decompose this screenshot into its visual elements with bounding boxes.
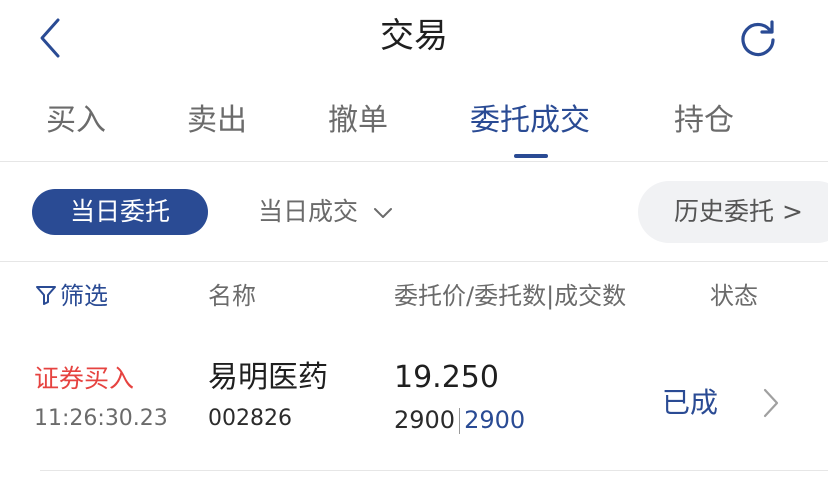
refresh-button[interactable]: [736, 16, 780, 60]
order-qty: 2900: [394, 406, 456, 434]
trade-page: 交易 买入 卖出 撤单 委托成交 持仓 当日委托 当日成交 历史委托 > 筛选 …: [0, 0, 828, 477]
tab-cancel[interactable]: 撤单: [328, 96, 388, 146]
filter-button[interactable]: 筛选: [34, 280, 108, 312]
page-title: 交易: [380, 16, 448, 56]
column-header-name: 名称: [208, 282, 256, 310]
chevron-right-icon: [763, 388, 779, 418]
tab-bar: 买入 卖出 撤单 委托成交 持仓: [0, 96, 828, 160]
chevron-down-icon: [373, 208, 392, 218]
header: 交易: [0, 0, 828, 80]
history-orders-button[interactable]: 历史委托 >: [638, 181, 828, 243]
stock-code: 002826: [208, 406, 292, 431]
column-header-status: 状态: [710, 282, 758, 310]
today-orders-button[interactable]: 当日委托: [32, 189, 208, 235]
tab-positions[interactable]: 持仓: [674, 96, 734, 146]
filter-label: 筛选: [60, 282, 108, 310]
today-deals-label: 当日成交: [258, 197, 359, 226]
filled-qty: 2900: [464, 406, 526, 434]
qty-separator: [459, 408, 461, 434]
order-quantities: 2900 2900: [394, 404, 525, 436]
order-time: 11:26:30.23: [34, 406, 168, 431]
refresh-icon: [741, 20, 775, 57]
stock-name: 易明医药: [208, 360, 328, 395]
column-header-price-qty: 委托价/委托数|成交数: [394, 282, 627, 310]
order-price: 19.250: [394, 360, 499, 395]
divider: [0, 161, 828, 162]
today-deals-dropdown[interactable]: 当日成交: [258, 189, 394, 235]
tab-orders-deals[interactable]: 委托成交: [470, 96, 590, 146]
tab-buy[interactable]: 买入: [46, 96, 106, 146]
order-status: 已成: [662, 386, 719, 419]
filter-icon: [36, 286, 56, 305]
order-type: 证券买入: [34, 364, 135, 393]
divider: [0, 261, 828, 262]
divider: [40, 470, 828, 471]
tab-sell[interactable]: 卖出: [187, 96, 247, 146]
active-tab-indicator: [514, 154, 548, 158]
